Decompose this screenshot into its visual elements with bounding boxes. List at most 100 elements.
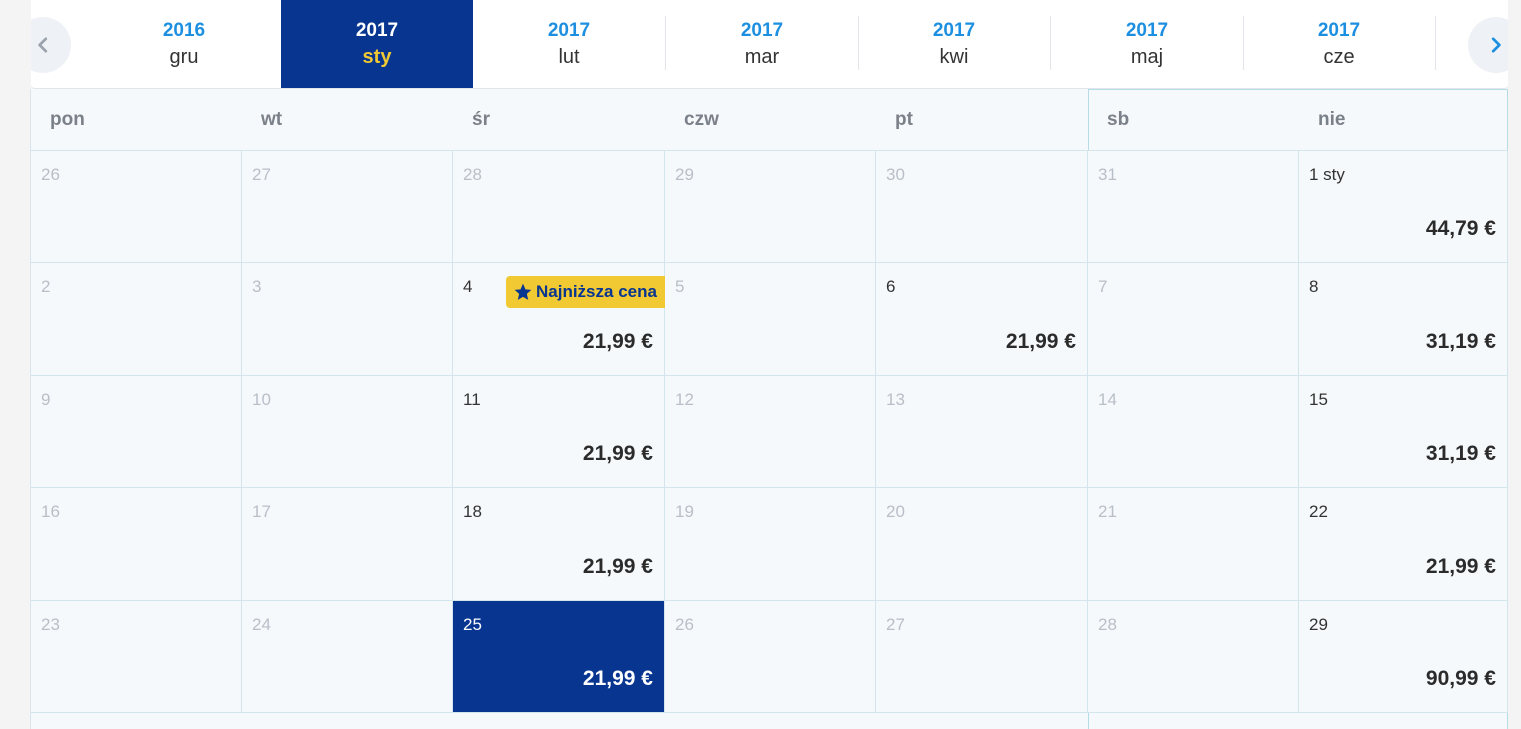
day-price: 31,19 € [1425, 330, 1496, 353]
day-cell: 7 [1088, 263, 1299, 376]
day-number: 17 [252, 502, 271, 521]
day-number: 5 [675, 277, 685, 296]
day-cell[interactable]: 29 90,99 € [1299, 601, 1508, 713]
month-tab-gru[interactable]: 2016 gru [88, 0, 280, 88]
day-number: 27 [252, 165, 271, 184]
month-tab-year: 2017 [547, 20, 591, 41]
month-tab-divider [1435, 16, 1436, 70]
day-price: 21,99 € [1005, 330, 1076, 353]
day-number: 26 [675, 615, 694, 634]
day-cell: 10 [242, 376, 453, 488]
day-number: 2 [41, 277, 51, 296]
day-number: 27 [886, 615, 905, 634]
day-price: 90,99 € [1425, 667, 1496, 690]
day-cell[interactable]: 22 21,99 € [1299, 488, 1508, 601]
day-cell: 2 [31, 263, 242, 376]
day-number: 16 [41, 502, 60, 521]
selected-day-cell[interactable]: 25 21,99 € [453, 601, 665, 713]
month-tab-sty[interactable]: 2017 sty [281, 0, 473, 88]
day-number: 15 [1309, 390, 1328, 409]
chevron-left-icon [38, 37, 48, 53]
day-cell: 19 [665, 488, 876, 601]
day-price: 44,79 € [1425, 217, 1496, 240]
day-cell: 3 [242, 263, 453, 376]
day-cell: 23 [31, 601, 242, 713]
month-tab-divider [1050, 16, 1051, 70]
day-cell: 27 [242, 151, 453, 263]
month-tab-month: cze [1323, 46, 1355, 68]
day-cell: 26 [31, 151, 242, 263]
day-number: 29 [1309, 615, 1328, 634]
day-cell: 26 [665, 601, 876, 713]
month-selector: 2017 cze 2017 maj 2017 kwi 2017 mar 2017 lut 2017 s… [31, 0, 1508, 89]
day-number: 3 [252, 277, 262, 296]
day-number: 12 [675, 390, 694, 409]
day-price: 21,99 € [582, 442, 653, 465]
weekday-header-śr: śr [453, 89, 665, 151]
day-number: 29 [675, 165, 694, 184]
day-number: 8 [1309, 277, 1319, 296]
day-number: 30 [886, 165, 905, 184]
month-tab-month: gru [169, 46, 199, 68]
chevron-right-icon [1491, 37, 1501, 53]
month-tab-lut[interactable]: 2017 lut [473, 0, 665, 88]
month-tab-year: 2017 [1317, 20, 1361, 41]
day-cell: 31 [1088, 151, 1299, 263]
day-number: 31 [1098, 165, 1117, 184]
day-cell[interactable]: 6 21,99 € [876, 263, 1088, 376]
day-cell[interactable]: 8 31,19 € [1299, 263, 1508, 376]
month-tab-month: mar [744, 46, 780, 68]
weekday-header-sb: sb [1088, 89, 1299, 151]
star-icon [514, 283, 532, 300]
day-number: 28 [1098, 615, 1117, 634]
day-cell: 12 [665, 376, 876, 488]
day-price: 21,99 € [582, 330, 653, 353]
day-cell: 5 [665, 263, 876, 376]
month-tab-divider [858, 16, 859, 70]
day-cell: 30 [876, 151, 1088, 263]
month-tab-mar[interactable]: 2017 mar [666, 0, 858, 88]
day-cell[interactable]: 15 31,19 € [1299, 376, 1508, 488]
next-month-button[interactable] [1468, 17, 1508, 73]
day-number: 6 [886, 277, 896, 296]
day-cell: 20 [876, 488, 1088, 601]
day-number: 7 [1098, 277, 1108, 296]
month-tab-divider [1243, 16, 1244, 70]
month-tab-cze[interactable]: 2017 cze [1243, 0, 1435, 88]
day-price: 21,99 € [582, 667, 653, 690]
day-number: 9 [41, 390, 51, 409]
month-tab-month: maj [1130, 46, 1164, 68]
day-number: 14 [1098, 390, 1117, 409]
day-cell: 13 [876, 376, 1088, 488]
day-cell[interactable]: 4 21,99 € Najniższa cena [453, 263, 665, 376]
day-number: 20 [886, 502, 905, 521]
day-number: 19 [675, 502, 694, 521]
day-number: 1 sty [1309, 165, 1345, 184]
day-number: 25 [463, 615, 482, 634]
month-tab-maj[interactable]: 2017 maj [1051, 0, 1243, 88]
day-price: 21,99 € [1425, 555, 1496, 578]
day-number: 13 [886, 390, 905, 409]
lowest-price-badge-label: Najniższa cena [536, 282, 657, 301]
day-cell: 29 [665, 151, 876, 263]
day-cell[interactable]: 11 21,99 € [453, 376, 665, 488]
day-number: 26 [41, 165, 60, 184]
day-price: 21,99 € [582, 555, 653, 578]
previous-month-button[interactable] [31, 17, 71, 73]
month-tab-divider [665, 16, 666, 70]
lowest-price-badge: Najniższa cena [506, 276, 665, 308]
fare-calendar: pon wt śr czw pt sb nie 26 27 28 29 30 31 1 sty 44,79 … [30, 89, 1508, 729]
weekday-header-czw: czw [665, 89, 876, 151]
day-cell: 24 [242, 601, 453, 713]
weekday-header-wt: wt [242, 89, 453, 151]
day-cell: 27 [876, 601, 1088, 713]
weekday-header-pt: pt [876, 89, 1088, 151]
day-cell[interactable]: 1 sty 44,79 € [1299, 151, 1508, 263]
day-number: 24 [252, 615, 271, 634]
day-cell: 28 [1088, 601, 1299, 713]
month-tab-kwi[interactable]: 2017 kwi [858, 0, 1050, 88]
day-price: 31,19 € [1425, 442, 1496, 465]
day-cell[interactable]: 18 21,99 € [453, 488, 665, 601]
weekday-header-nie: nie [1299, 89, 1508, 151]
month-tab-year: 2016 [162, 20, 206, 41]
